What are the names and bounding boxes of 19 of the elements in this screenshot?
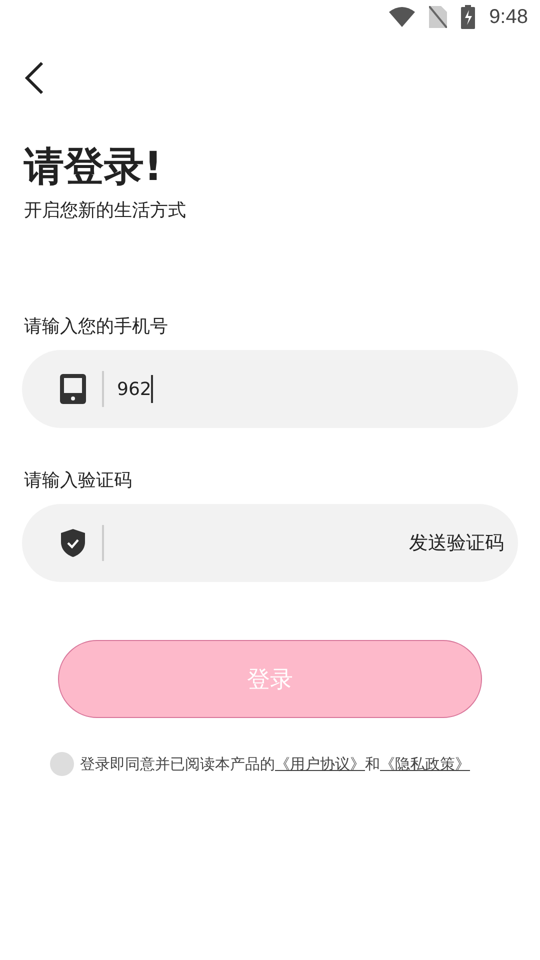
input-value: 962 <box>117 378 152 400</box>
agreement-link[interactable]: 《用户协议》 <box>275 754 365 772</box>
page-title: 请登录! <box>24 143 164 192</box>
send-code-button[interactable]: 发送验证码 <box>409 526 504 560</box>
page-subtitle: 开启您新的生活方式 <box>24 199 187 222</box>
wifi-icon <box>389 7 416 27</box>
clock-time: 9:48 <box>489 6 528 28</box>
battery-charging-icon <box>461 5 476 29</box>
shield-check-icon <box>60 528 86 558</box>
phone-input-field[interactable]: 962 <box>22 350 518 428</box>
code-input-field[interactable]: 发送验证码 <box>22 504 518 582</box>
agreement-link[interactable]: 《隐私政策》 <box>380 754 470 772</box>
phone-icon <box>60 374 86 404</box>
agreement-checkbox[interactable] <box>50 752 74 776</box>
no-sim-icon <box>429 6 448 28</box>
field-label: 请输入验证码 <box>24 469 132 492</box>
field-label: 请输入您的手机号 <box>24 315 168 338</box>
text-cursor <box>151 375 154 403</box>
agreement-text: 登录即同意并已阅读本产品的《用户协议》和《隐私政策》 <box>80 754 470 774</box>
